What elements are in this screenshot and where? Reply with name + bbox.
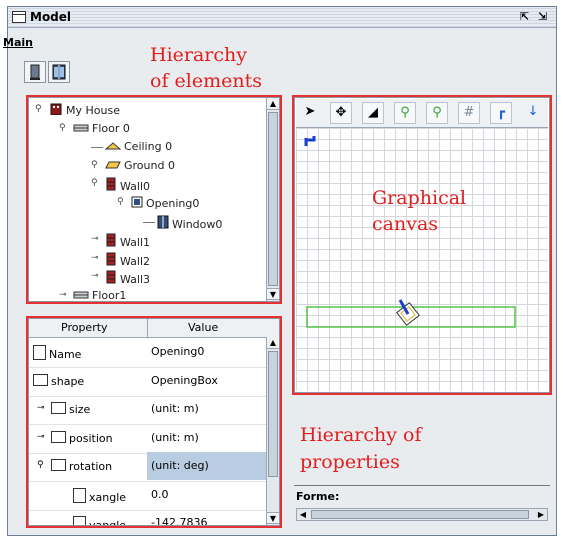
scroll-left-icon[interactable]: ◀: [297, 509, 309, 520]
annotation-properties-2: properties: [300, 451, 400, 473]
annotation-box-canvas: [292, 95, 552, 395]
building-view-button[interactable]: [24, 61, 46, 83]
maximize-icon[interactable]: ⇲: [538, 10, 547, 23]
annotation-box-properties: [26, 316, 282, 528]
minimize-icon[interactable]: ⇱: [520, 10, 529, 23]
annotation-hierarchy-elements-2: of elements: [150, 70, 262, 92]
annotation-hierarchy-elements-1: Hierarchy: [150, 44, 247, 66]
window-icon: [12, 11, 26, 23]
building-icon: [30, 64, 40, 80]
canvas-hscroll-thumb[interactable]: [311, 510, 529, 519]
forme-label: Forme:: [296, 490, 340, 503]
window-title: Model: [30, 10, 72, 24]
menu-main[interactable]: Main: [3, 36, 33, 49]
annotation-graphical-1: Graphical: [372, 187, 467, 209]
scroll-right-icon[interactable]: ▶: [535, 509, 547, 520]
annotation-graphical-2: canvas: [372, 213, 439, 235]
annotation-box-elements: [26, 95, 282, 304]
window-icon: [52, 64, 66, 80]
title-bar[interactable]: Model ⇱ ⇲: [8, 7, 556, 28]
window-view-button[interactable]: [48, 61, 70, 83]
canvas-hscrollbar[interactable]: ◀ ▶: [296, 508, 548, 521]
annotation-properties-1: Hierarchy of: [300, 424, 422, 446]
